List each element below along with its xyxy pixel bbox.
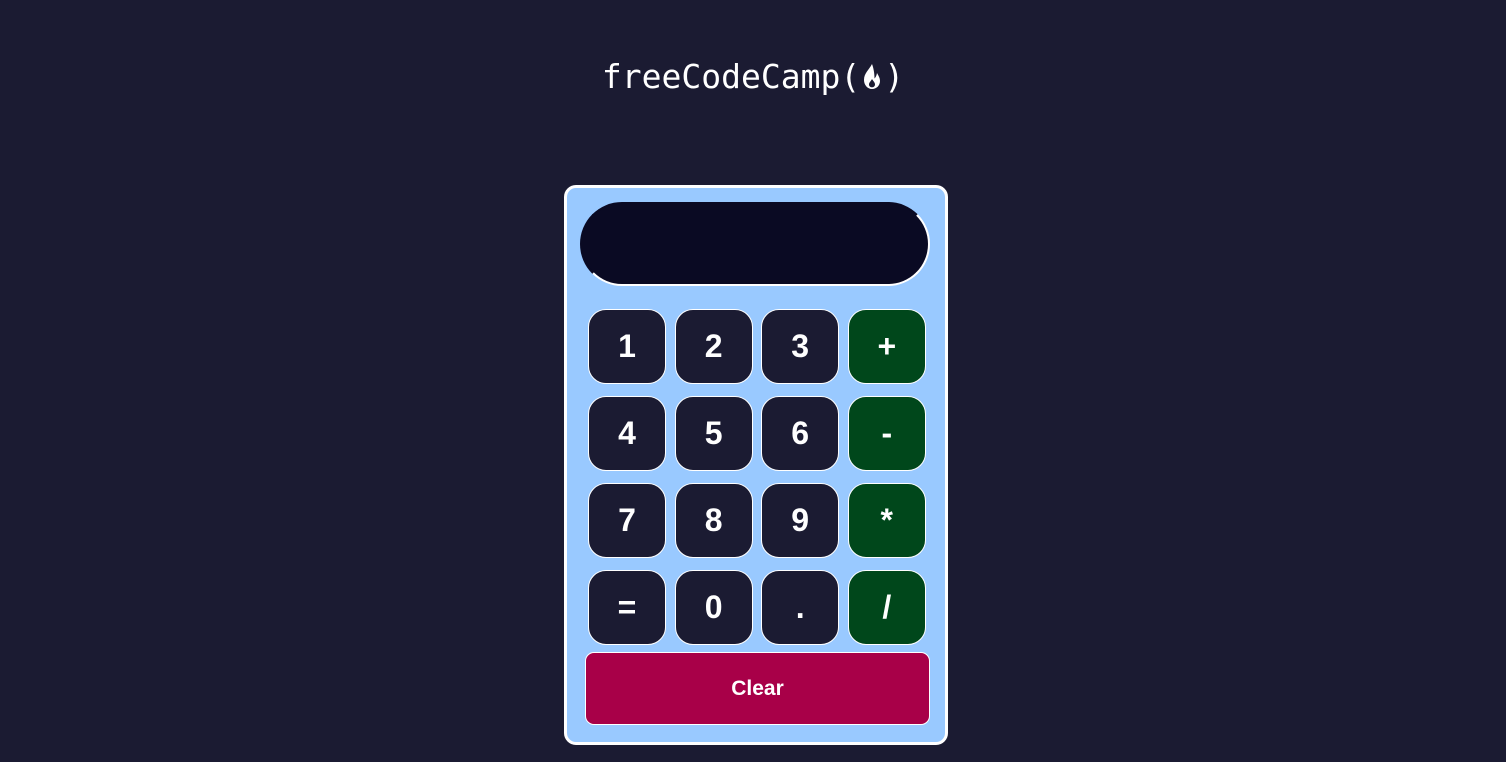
calculator: 1 2 3 + 4 5 6 - 7 8 9 * = 0 . / Clear: [564, 185, 948, 745]
key-7[interactable]: 7: [588, 483, 666, 558]
key-5[interactable]: 5: [674, 396, 753, 471]
key-divide[interactable]: /: [847, 570, 926, 645]
key-add[interactable]: +: [847, 309, 926, 384]
clear-button[interactable]: Clear: [585, 652, 930, 725]
key-multiply[interactable]: *: [847, 483, 926, 558]
flame-icon: [861, 61, 883, 91]
key-subtract[interactable]: -: [847, 396, 926, 471]
logo-text: freeCodeCamp: [601, 56, 841, 96]
key-2[interactable]: 2: [674, 309, 753, 384]
keypad: 1 2 3 + 4 5 6 - 7 8 9 * = 0 . /: [588, 309, 928, 645]
logo-close-paren: ): [884, 56, 905, 96]
key-3[interactable]: 3: [761, 309, 840, 384]
freecodecamp-logo: freeCodeCamp(): [0, 54, 1506, 98]
logo-open-paren: (: [840, 56, 861, 96]
calculator-display: [580, 202, 930, 286]
key-6[interactable]: 6: [761, 396, 840, 471]
key-4[interactable]: 4: [588, 396, 666, 471]
key-8[interactable]: 8: [674, 483, 753, 558]
key-9[interactable]: 9: [761, 483, 840, 558]
key-1[interactable]: 1: [588, 309, 666, 384]
key-0[interactable]: 0: [674, 570, 753, 645]
key-equals[interactable]: =: [588, 570, 666, 645]
key-decimal[interactable]: .: [761, 570, 840, 645]
